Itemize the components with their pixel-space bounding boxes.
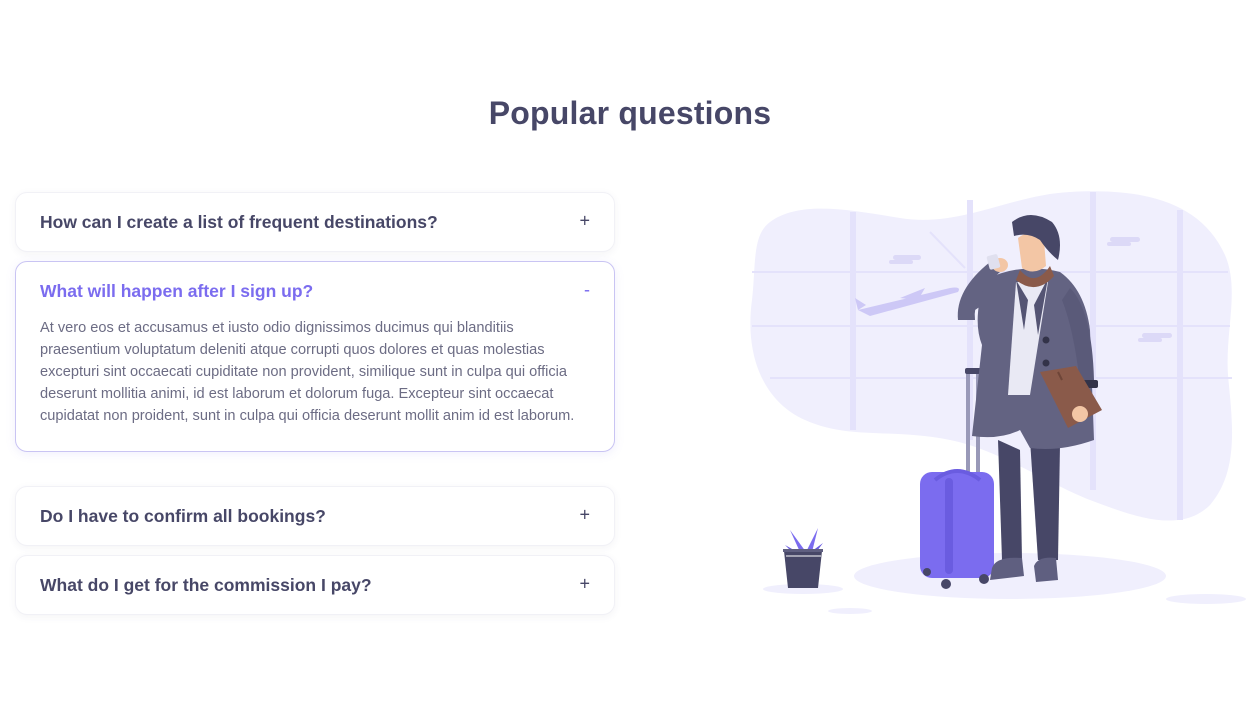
plus-icon[interactable]: + <box>579 504 590 525</box>
faq-question: What do I get for the commission I pay? <box>40 574 372 595</box>
faq-question: How can I create a list of frequent dest… <box>40 211 438 232</box>
plus-icon[interactable]: + <box>579 573 590 594</box>
faq-section: Popular questions How can I create a lis… <box>0 0 1260 719</box>
plant-pot <box>783 528 823 588</box>
faq-item[interactable]: Do I have to confirm all bookings? + <box>15 486 615 546</box>
faq-question: Do I have to confirm all bookings? <box>40 505 326 526</box>
faq-answer: At vero eos et accusamus et iusto odio d… <box>40 320 575 424</box>
faq-item[interactable]: How can I create a list of frequent dest… <box>15 192 615 252</box>
faq-question-header[interactable]: What do I get for the commission I pay? … <box>16 556 614 614</box>
minus-icon[interactable]: - <box>584 279 590 300</box>
faq-question-header[interactable]: How can I create a list of frequent dest… <box>16 193 614 251</box>
faq-item-expanded[interactable]: What will happen after I sign up? - At v… <box>15 261 615 452</box>
faq-question-header[interactable]: What will happen after I sign up? - <box>16 262 614 320</box>
section-title: Popular questions <box>488 95 772 131</box>
faq-question-header[interactable]: Do I have to confirm all bookings? + <box>16 487 614 545</box>
traveler-with-suitcase-illustration <box>750 191 1246 614</box>
plus-icon[interactable]: + <box>579 210 590 231</box>
faq-item[interactable]: What do I get for the commission I pay? … <box>15 555 615 615</box>
faq-question: What will happen after I sign up? <box>40 280 314 301</box>
